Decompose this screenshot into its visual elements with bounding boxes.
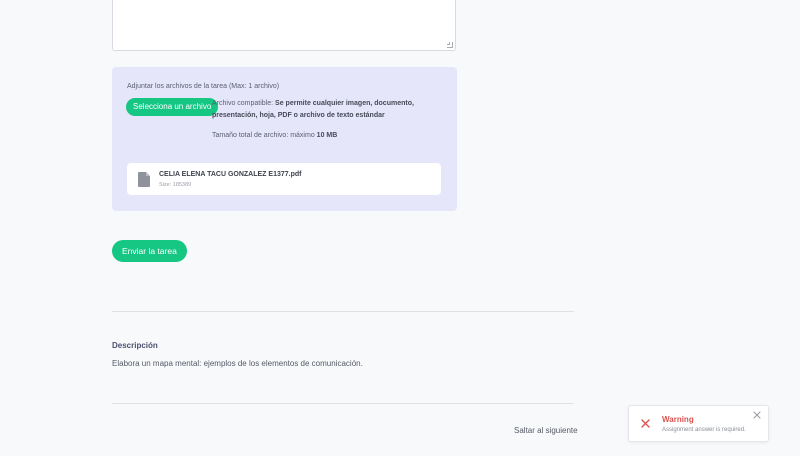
- description-title: Descripción: [112, 341, 158, 350]
- compat-prefix: Archivo compatible:: [212, 100, 274, 107]
- size-limit-info: Tamaño total de archivo: máximo 10 MB: [212, 132, 337, 139]
- toast-title: Warning: [662, 415, 694, 424]
- document-icon: [138, 172, 150, 187]
- select-file-button[interactable]: Selecciona un archivo: [126, 98, 219, 116]
- divider: [112, 403, 574, 404]
- answer-textarea[interactable]: [112, 0, 456, 51]
- warning-toast: Warning Assignment answer is required.: [628, 405, 769, 442]
- skip-next-link[interactable]: Saltar al siguiente: [514, 426, 578, 435]
- compatible-files-info: Archivo compatible: Se permite cualquier…: [212, 98, 444, 121]
- submit-assignment-button[interactable]: Enviar la tarea: [112, 240, 187, 262]
- resize-handle-icon[interactable]: [447, 42, 453, 48]
- toast-message: Assignment answer is required.: [662, 427, 746, 433]
- uploaded-file-card[interactable]: CELIA ELENA TACU GONZALEZ E1377.pdf Size…: [127, 163, 441, 195]
- assignment-page: Adjuntar los archivos de la tarea (Max: …: [0, 0, 800, 456]
- file-size: Size: 185389: [159, 182, 192, 188]
- upload-panel: Adjuntar los archivos de la tarea (Max: …: [112, 67, 457, 211]
- size-prefix: Tamaño total de archivo: máximo: [212, 132, 315, 139]
- size-limit: 10 MB: [316, 132, 338, 139]
- close-x-icon: [641, 419, 650, 428]
- description-text: Elabora un mapa mental: ejemplos de los …: [112, 359, 363, 368]
- upload-title: Adjuntar los archivos de la tarea (Max: …: [127, 83, 280, 90]
- file-name: CELIA ELENA TACU GONZALEZ E1377.pdf: [159, 171, 302, 178]
- close-icon[interactable]: [753, 411, 761, 419]
- divider: [112, 311, 574, 312]
